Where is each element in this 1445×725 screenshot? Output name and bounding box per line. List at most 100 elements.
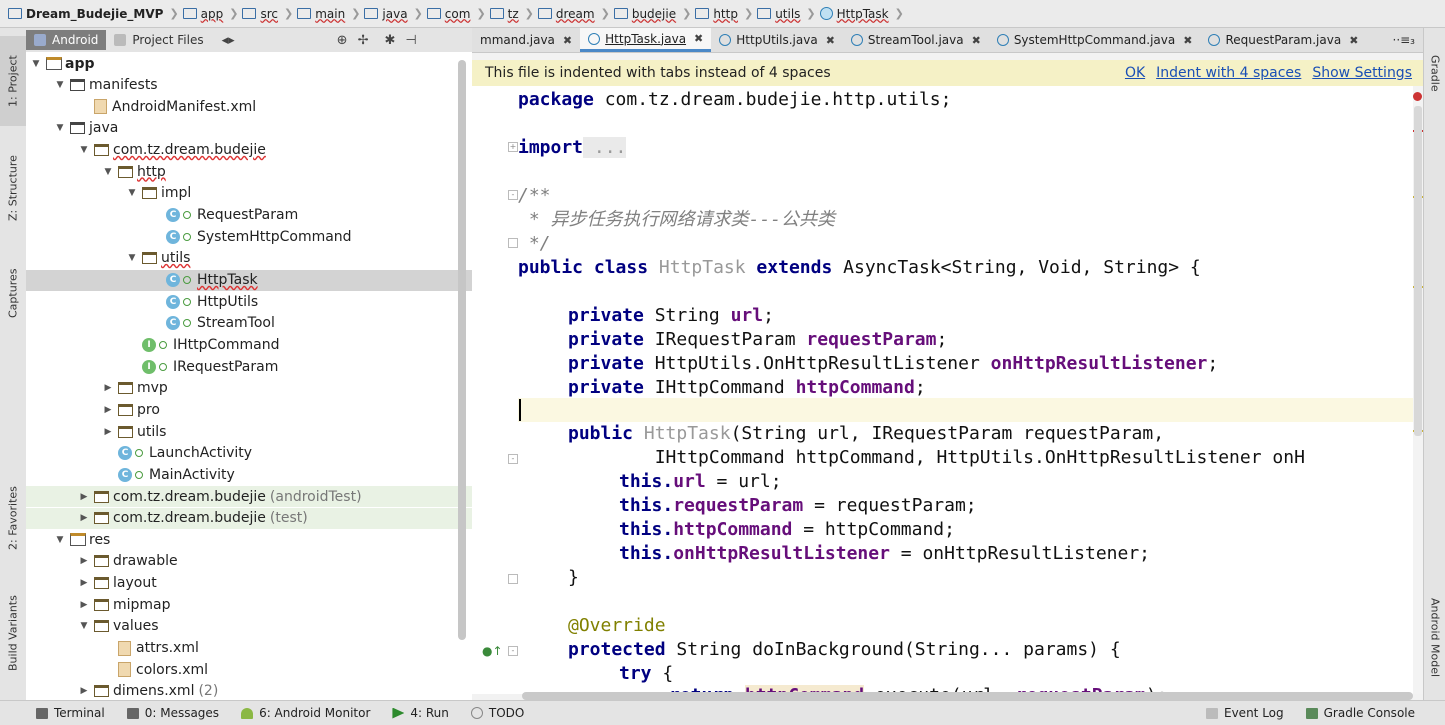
editor-tab[interactable]: StreamTool.java ✖	[843, 28, 989, 52]
breadcrumb-item[interactable]: src ❯	[242, 7, 293, 21]
tree-item[interactable]: ▶ com.tz.dream.budejie (test)	[26, 507, 472, 529]
tree-item[interactable]: C SystemHttpCommand	[26, 226, 472, 247]
show-settings-link[interactable]: Show Settings	[1312, 65, 1412, 81]
breadcrumb-item[interactable]: Dream_Budejie_MVP ❯	[8, 7, 179, 21]
tree-item[interactable]: C LaunchActivity	[26, 443, 472, 464]
tree-item[interactable]: ▼ java	[26, 118, 472, 139]
sync-icon[interactable]: ⊕	[337, 33, 348, 48]
tree-item[interactable]: C HttpUtils	[26, 291, 472, 312]
tool-tab-favorites[interactable]: 2: Favorites	[0, 468, 26, 568]
tool-tab-android-model[interactable]: Android Model	[1424, 578, 1445, 698]
tree-item[interactable]: ▶ mvp	[26, 378, 472, 399]
tool-tab-structure[interactable]: Z: Structure	[0, 138, 26, 238]
fold-comment-end-icon[interactable]	[508, 238, 518, 248]
expand-right-icon[interactable]: ▶	[102, 427, 114, 437]
close-icon[interactable]: ✖	[694, 32, 703, 45]
gear-icon[interactable]: ✱	[384, 33, 395, 48]
tree-item[interactable]: I IRequestParam	[26, 356, 472, 377]
tree-item[interactable]: ▶ mipmap	[26, 594, 472, 615]
ok-link[interactable]: OK	[1125, 65, 1145, 81]
override-marker-icon[interactable]: ●↑	[482, 644, 503, 658]
expand-right-icon[interactable]: ▶	[78, 578, 90, 588]
tree-item[interactable]: colors.xml	[26, 659, 472, 680]
collapse-icon[interactable]: ✢	[358, 33, 369, 48]
todo-tab[interactable]: TODO	[470, 706, 524, 720]
gradle-console-tab[interactable]: Gradle Console	[1305, 706, 1415, 720]
close-icon[interactable]: ✖	[563, 34, 572, 47]
fold-constructor-end-icon[interactable]	[508, 574, 518, 584]
tool-tab-build-variants[interactable]: Build Variants	[0, 578, 26, 688]
tree-item[interactable]: ▼ manifests	[26, 75, 472, 96]
expand-right-icon[interactable]: ▶	[78, 686, 90, 696]
tree-item[interactable]: ▼ impl	[26, 183, 472, 204]
breadcrumb-item[interactable]: tz ❯	[489, 7, 534, 21]
tree-item[interactable]: ▶ pro	[26, 399, 472, 420]
breadcrumb-item[interactable]: budejie ❯	[613, 7, 691, 21]
tree-item[interactable]: AndroidManifest.xml	[26, 96, 472, 117]
expand-down-icon[interactable]: ▼	[126, 188, 138, 198]
editor-tab[interactable]: RequestParam.java ✖	[1200, 28, 1366, 52]
tree-item[interactable]: ▼ utils	[26, 248, 472, 269]
editor-marker-bar[interactable]	[1413, 86, 1423, 694]
editor-tab[interactable]: mmand.java ✖	[472, 28, 580, 52]
breadcrumb-item[interactable]: utils ❯	[757, 7, 816, 21]
fold-comment-icon[interactable]: -	[508, 190, 518, 200]
breadcrumb-item[interactable]: java ❯	[364, 7, 423, 21]
tree-item[interactable]: ▶ dimens.xml (2)	[26, 681, 472, 700]
expand-down-icon[interactable]: ▼	[54, 80, 66, 90]
expand-right-icon[interactable]: ▶	[78, 600, 90, 610]
indent-with-4-spaces-link[interactable]: Indent with 4 spaces	[1156, 65, 1301, 81]
tool-tab-gradle[interactable]: Gradle	[1424, 38, 1445, 108]
expand-down-icon[interactable]: ▼	[54, 123, 66, 133]
breadcrumb-item[interactable]: main ❯	[297, 7, 360, 21]
expand-down-icon[interactable]: ▼	[102, 167, 114, 177]
tree-item[interactable]: ▼ com.tz.dream.budejie	[26, 140, 472, 161]
expand-right-icon[interactable]: ▶	[78, 492, 90, 502]
tree-item[interactable]: ▼ http	[26, 161, 472, 182]
close-icon[interactable]: ✖	[972, 34, 981, 47]
tree-item[interactable]: C StreamTool	[26, 313, 472, 334]
editor-tab[interactable]: HttpUtils.java ✖	[711, 28, 843, 52]
fold-method-icon[interactable]: -	[508, 646, 518, 656]
expand-down-icon[interactable]: ▼	[78, 621, 90, 631]
breadcrumb-item[interactable]: app ❯	[182, 7, 238, 21]
tool-tab-project[interactable]: 1: Project	[0, 36, 26, 126]
expand-down-icon[interactable]: ▼	[54, 535, 66, 545]
terminal-tab[interactable]: Terminal	[36, 706, 105, 720]
tree-item[interactable]: ▶ layout	[26, 573, 472, 594]
tool-tab-captures[interactable]: Captures	[0, 253, 26, 333]
breadcrumb-item[interactable]: http ❯	[695, 7, 753, 21]
expand-down-icon[interactable]: ▼	[30, 59, 42, 69]
breadcrumb-item[interactable]: com ❯	[426, 7, 486, 21]
tab-project-files[interactable]: Project Files	[106, 30, 211, 50]
tab-arrows-icon[interactable]: ◂▸	[222, 33, 235, 48]
messages-tab[interactable]: 0: Messages	[126, 706, 219, 720]
editor-gutter[interactable]: + - - - ●↑	[472, 86, 518, 694]
horizontal-scrollbar[interactable]	[522, 692, 1413, 700]
editor-tab[interactable]: SystemHttpCommand.java ✖	[989, 28, 1201, 52]
breadcrumb-item[interactable]: HttpTask ❯	[819, 7, 904, 21]
tab-overflow-icon[interactable]: ··≡₃	[1393, 33, 1424, 47]
folded-imports[interactable]: ...	[583, 137, 627, 158]
android-monitor-tab[interactable]: 6: Android Monitor	[241, 706, 370, 720]
expand-right-icon[interactable]: ▶	[78, 513, 90, 523]
tree-item[interactable]: ▼ app	[26, 53, 462, 74]
tree-item[interactable]: ▶ utils	[26, 421, 472, 442]
tree-item[interactable]: C RequestParam	[26, 205, 472, 226]
code-editor[interactable]: package com.tz.dream.budejie.http.utils;…	[518, 86, 1413, 694]
run-tab[interactable]: 4: Run	[392, 706, 449, 720]
expand-right-icon[interactable]: ▶	[102, 405, 114, 415]
event-log-tab[interactable]: Event Log	[1206, 706, 1284, 720]
tree-item[interactable]: ▼ res	[26, 529, 472, 550]
breadcrumb-item[interactable]: dream ❯	[537, 7, 610, 21]
tree-item[interactable]: C HttpTask	[26, 269, 472, 291]
editor-tab[interactable]: HttpTask.java ✖	[580, 28, 712, 52]
tree-item[interactable]: ▶ com.tz.dream.budejie (androidTest)	[26, 486, 472, 507]
expand-right-icon[interactable]: ▶	[102, 383, 114, 393]
tree-item[interactable]: C MainActivity	[26, 464, 472, 485]
close-icon[interactable]: ✖	[1183, 34, 1192, 47]
tree-item[interactable]: ▶ drawable	[26, 551, 472, 572]
tab-android[interactable]: Android	[26, 30, 107, 50]
expand-down-icon[interactable]: ▼	[126, 253, 138, 263]
tree-item[interactable]: attrs.xml	[26, 638, 472, 659]
